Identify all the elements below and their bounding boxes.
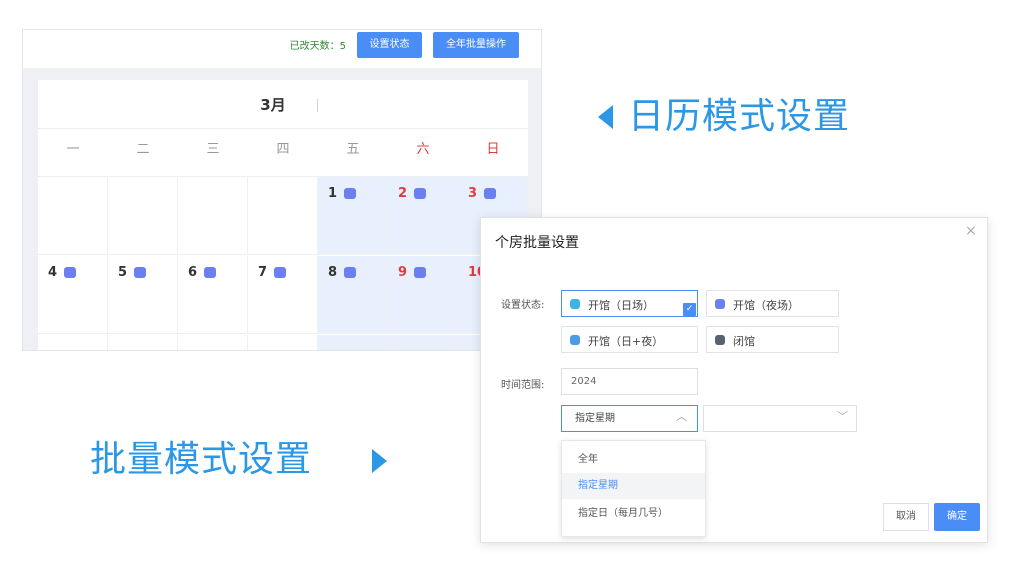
month-label: 3月	[260, 96, 286, 114]
status-option-day[interactable]: 开馆（日场）	[561, 290, 698, 317]
day-number: 8	[328, 265, 338, 280]
chevron-down-icon: ﹀	[837, 410, 848, 423]
dialog-title: 个房批量设置	[495, 235, 579, 251]
option-label: 开馆（日+夜）	[588, 335, 664, 348]
weekday-mon: 一	[66, 142, 80, 157]
status-swatch-icon	[715, 299, 725, 309]
calendar-card: 已改天数：5 设置状态 全年批量操作 3月 一 二 三 四 五 六 日 1 2 …	[22, 29, 542, 351]
calendar-panel: 3月 一 二 三 四 五 六 日 1 2 3 4 5 6 7 8 9 10	[38, 80, 528, 350]
weekday-tue: 二	[136, 142, 150, 157]
time-range-label: 时间范围:	[501, 380, 545, 391]
day-cell	[38, 335, 108, 350]
batch-settings-dialog: 个房批量设置 × 设置状态: 开馆（日场） ✓ 开馆（夜场） 开馆（日+夜） 闭…	[480, 217, 988, 543]
day-number: 2	[398, 186, 408, 201]
option-label: 闭馆	[733, 335, 755, 348]
confirm-button[interactable]: 确定	[934, 503, 980, 531]
day-number: 3	[468, 186, 478, 201]
arrow-left-icon	[598, 105, 613, 129]
status-dot-icon	[134, 267, 146, 278]
day-cell	[318, 335, 388, 350]
status-dot-icon	[414, 267, 426, 278]
day-cell-empty	[108, 177, 178, 255]
status-option-day-night[interactable]: 开馆（日+夜）	[561, 326, 698, 353]
status-dot-icon	[344, 188, 356, 199]
changed-days-label: 已改天数：	[289, 41, 340, 52]
calendar-mode-heading: 日历模式设置	[628, 96, 851, 137]
changed-days-text: 已改天数：5	[290, 39, 346, 55]
cancel-button[interactable]: 取消	[883, 503, 929, 531]
weekday-sat: 六	[416, 142, 430, 157]
chevron-up-icon: ︿	[676, 410, 687, 423]
weekday-fri: 五	[346, 142, 360, 157]
status-dot-icon	[414, 188, 426, 199]
month-separator	[317, 99, 318, 112]
status-label: 设置状态:	[501, 300, 545, 311]
dropdown-item-whole-year[interactable]: 全年	[562, 447, 705, 473]
status-swatch-icon	[715, 335, 725, 345]
status-swatch-icon	[570, 335, 580, 345]
day-cell-empty	[248, 177, 318, 255]
divider	[38, 128, 528, 129]
set-status-button[interactable]: 设置状态	[357, 32, 422, 58]
day-number: 1	[328, 186, 338, 201]
changed-days-count: 5	[339, 41, 346, 52]
day-cell[interactable]: 6	[178, 256, 248, 334]
status-swatch-icon	[570, 299, 580, 309]
status-option-closed[interactable]: 闭馆	[706, 326, 839, 353]
day-cell-empty	[178, 177, 248, 255]
status-dot-icon	[484, 188, 496, 199]
day-cell[interactable]: 2	[388, 177, 458, 255]
day-cell[interactable]: 4	[38, 256, 108, 334]
yearly-batch-button[interactable]: 全年批量操作	[433, 32, 519, 58]
day-cell	[388, 335, 458, 350]
day-cell[interactable]: 5	[108, 256, 178, 334]
range-mode-dropdown: 全年 指定星期 指定日（每月几号）	[561, 440, 706, 537]
status-dot-icon	[64, 267, 76, 278]
check-icon: ✓	[683, 303, 696, 316]
weekday-thu: 四	[276, 142, 290, 157]
day-cell	[248, 335, 318, 350]
weekday-wed: 三	[206, 142, 220, 157]
day-cell[interactable]: 9	[388, 256, 458, 334]
dropdown-item-monthday[interactable]: 指定日（每月几号）	[562, 501, 705, 527]
day-cell[interactable]: 7	[248, 256, 318, 334]
day-number: 4	[48, 265, 58, 280]
close-icon[interactable]: ×	[965, 223, 977, 239]
year-select[interactable]: 2024	[561, 368, 698, 395]
dropdown-item-weekday[interactable]: 指定星期	[562, 473, 705, 499]
weekday-sun: 日	[486, 142, 500, 157]
status-option-night[interactable]: 开馆（夜场）	[706, 290, 839, 317]
day-cell	[178, 335, 248, 350]
calendar-toolbar: 已改天数：5 设置状态 全年批量操作	[23, 30, 541, 68]
option-label: 开馆（日场）	[588, 299, 654, 312]
status-dot-icon	[274, 267, 286, 278]
weekday-select[interactable]	[703, 405, 857, 432]
batch-mode-heading: 批量模式设置	[90, 439, 313, 480]
arrow-right-icon	[372, 449, 387, 473]
day-number: 7	[258, 265, 268, 280]
day-cell	[108, 335, 178, 350]
day-number: 9	[398, 265, 408, 280]
status-dot-icon	[204, 267, 216, 278]
status-dot-icon	[344, 267, 356, 278]
day-cell[interactable]: 8	[318, 256, 388, 334]
day-cell-empty	[38, 177, 108, 255]
day-number: 5	[118, 265, 128, 280]
day-number: 6	[188, 265, 198, 280]
option-label: 开馆（夜场）	[733, 299, 799, 312]
day-cell[interactable]: 1	[318, 177, 388, 255]
